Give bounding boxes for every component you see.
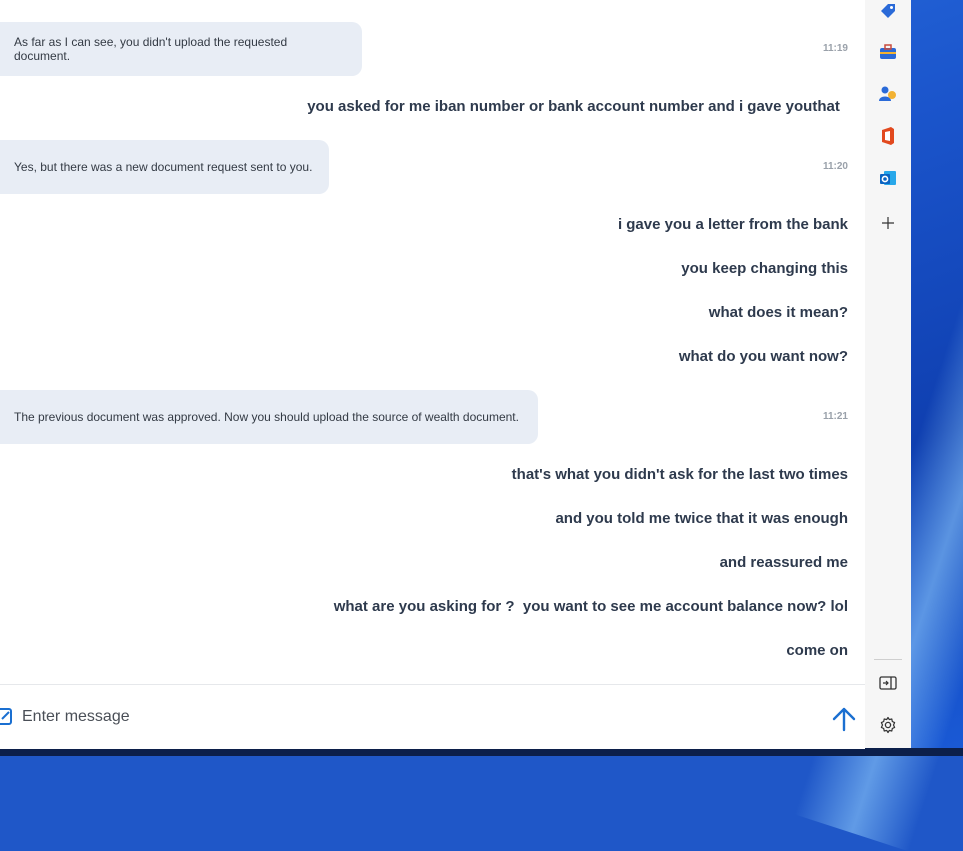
user-message: you keep changing this [681, 260, 848, 277]
user-message: i gave you a letter from the bank [617, 216, 848, 233]
people-icon[interactable] [877, 83, 899, 105]
tag-icon[interactable] [877, 0, 899, 22]
user-message: what do you want now? [678, 348, 848, 365]
user-message: come on [786, 642, 848, 659]
bot-message: The previous document was approved. Now … [0, 390, 538, 444]
user-message: what are you asking for ? you want to se… [333, 598, 848, 615]
bot-message-text: Yes, but there was a new document reques… [14, 160, 313, 174]
chat-window: As far as I can see, you didn't upload t… [0, 0, 866, 749]
edge-sidebar [865, 0, 911, 748]
outlook-icon[interactable] [877, 167, 899, 189]
sidebar-toggle-icon[interactable] [877, 672, 899, 694]
bot-message: Yes, but there was a new document reques… [0, 140, 329, 194]
compose-icon[interactable] [0, 707, 14, 727]
user-message: and reassured me [719, 554, 848, 571]
sidebar-divider [874, 659, 902, 660]
user-message: that's what you didn't ask for the last … [511, 466, 848, 483]
message-time: 11:21 [822, 411, 848, 422]
toolbox-icon[interactable] [877, 41, 899, 63]
bot-message: As far as I can see, you didn't upload t… [0, 22, 362, 76]
send-button[interactable] [828, 704, 860, 734]
message-input[interactable] [22, 705, 782, 729]
user-message: you asked for me iban number or bank acc… [307, 98, 844, 115]
user-message: and you told me twice that it was enough [555, 510, 848, 527]
message-list[interactable]: As far as I can see, you didn't upload t… [0, 0, 865, 684]
bot-message-text: As far as I can see, you didn't upload t… [14, 35, 288, 63]
bot-message-text: The previous document was approved. Now … [14, 410, 519, 424]
message-time: 11:20 [822, 161, 848, 172]
user-message: what does it mean? [708, 304, 848, 321]
message-time: 11:19 [822, 43, 848, 54]
taskbar [0, 748, 963, 756]
office-icon[interactable] [877, 125, 899, 147]
add-icon[interactable] [877, 212, 899, 234]
settings-icon[interactable] [877, 714, 899, 736]
message-composer [0, 684, 865, 749]
arrow-up-icon [832, 707, 856, 732]
